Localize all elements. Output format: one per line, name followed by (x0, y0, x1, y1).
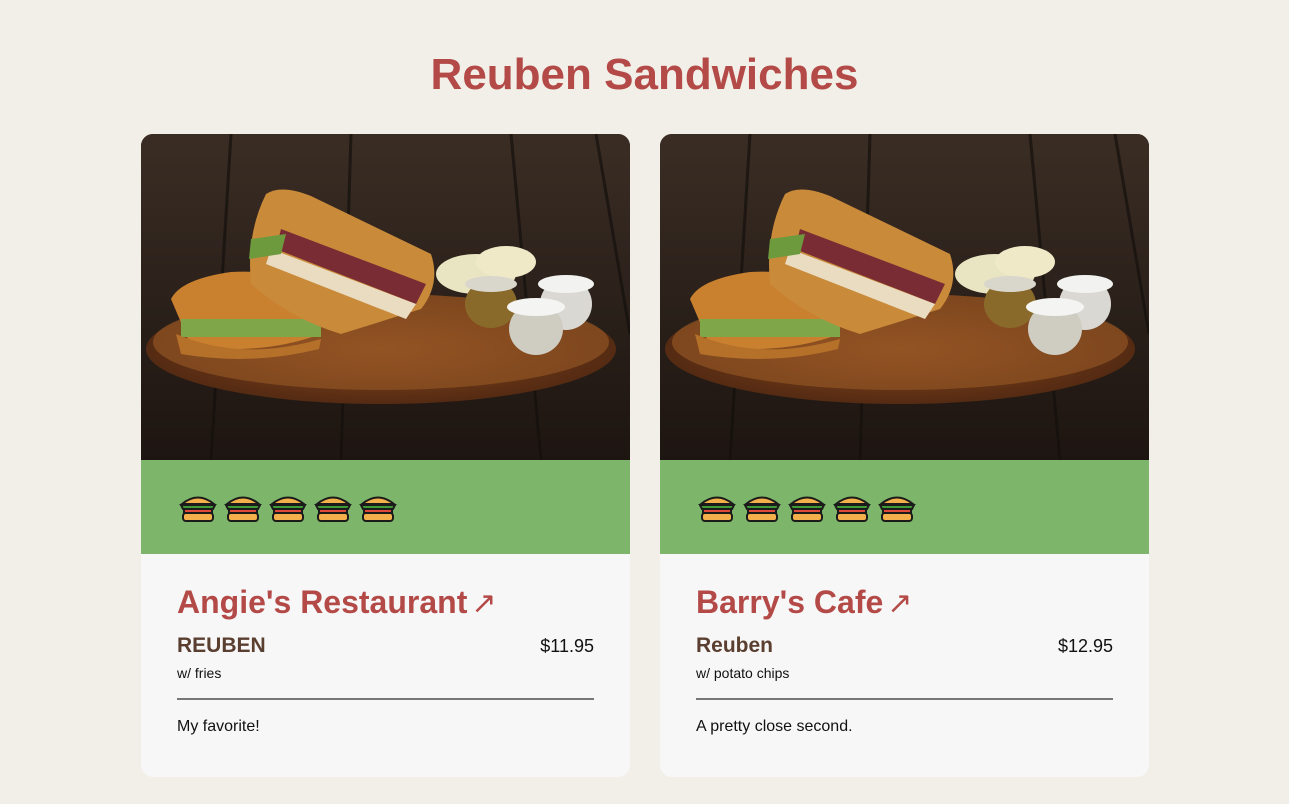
restaurant-name: Barry's Cafe (696, 584, 884, 620)
item-side: w/ potato chips (696, 665, 790, 681)
sandwich-icon (698, 496, 736, 522)
sandwich-icon (314, 496, 352, 522)
menu-item-row: REUBEN $11.95 (177, 634, 594, 658)
item-side: w/ fries (177, 665, 222, 681)
restaurant-link[interactable]: Barry's Cafe ↗ (696, 582, 1113, 624)
menu-item-row: Reuben $12.95 (696, 634, 1113, 658)
divider (177, 698, 594, 700)
sandwich-icon (224, 496, 262, 522)
review-note: My favorite! (177, 718, 260, 735)
restaurant-card: Angie's Restaurant ↗ REUBEN $11.95 w/ fri… (141, 134, 630, 777)
item-name: REUBEN (177, 634, 266, 657)
item-price: $12.95 (1057, 636, 1113, 656)
rating-bar (141, 460, 630, 554)
card-body: Angie's Restaurant ↗ REUBEN $11.95 w/ fri… (141, 554, 630, 736)
page-title: Reuben Sandwiches (430, 50, 859, 99)
item-name: Reuben (696, 634, 774, 657)
external-link-arrow-icon: ↗ (887, 587, 913, 620)
item-price: $11.95 (540, 636, 594, 656)
sandwich-icon (269, 496, 307, 522)
external-link-arrow-icon: ↗ (471, 587, 497, 620)
divider (696, 698, 1113, 700)
sandwich-icon (743, 496, 781, 522)
card-body: Barry's Cafe ↗ Reuben $12.95 w/ potato ch… (660, 554, 1149, 736)
restaurant-card: Barry's Cafe ↗ Reuben $12.95 w/ potato ch… (660, 134, 1149, 777)
review-note: A pretty close second. (696, 718, 853, 735)
reuben-sandwich-photo (141, 134, 630, 460)
sandwich-icon (788, 496, 826, 522)
sandwich-icon (878, 496, 916, 522)
sandwich-icon (179, 496, 217, 522)
rating-bar (660, 460, 1149, 554)
sandwich-icon (833, 496, 871, 522)
sandwich-icon (359, 496, 397, 522)
restaurant-link[interactable]: Angie's Restaurant ↗ (177, 582, 594, 624)
reuben-sandwich-photo (660, 134, 1149, 460)
restaurant-name: Angie's Restaurant (177, 584, 468, 620)
